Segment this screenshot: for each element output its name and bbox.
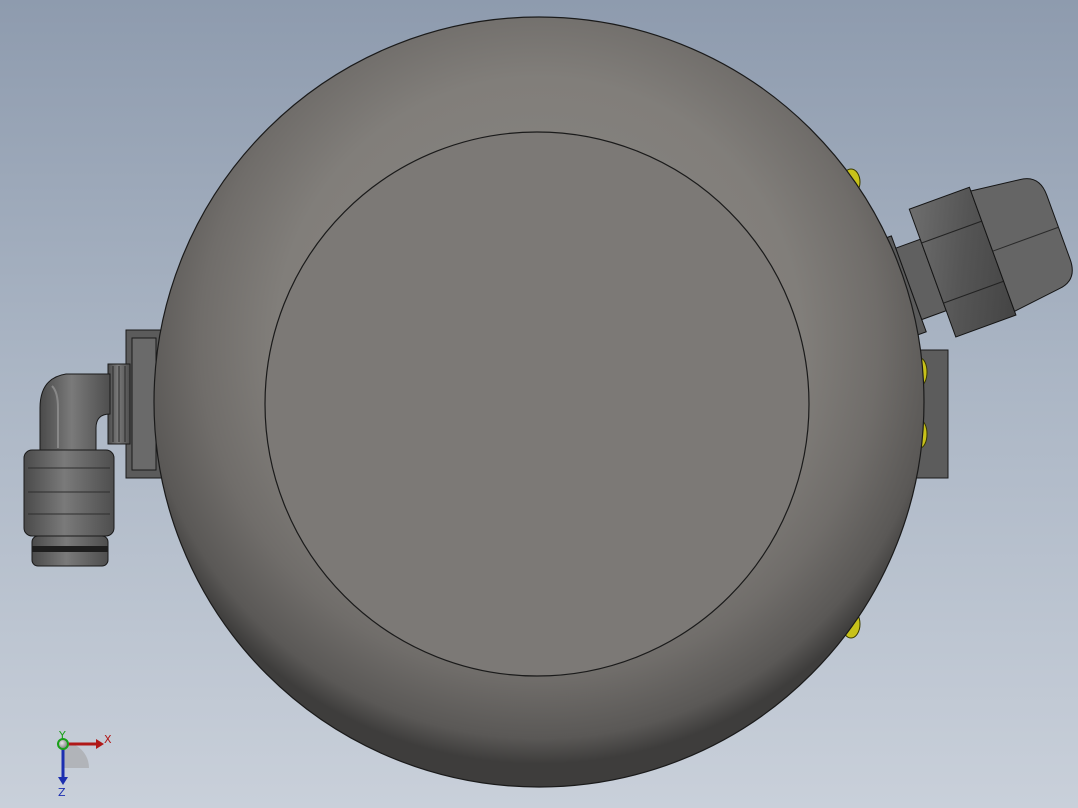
fitting-collet-body — [23, 449, 115, 537]
triad-x-label: X — [104, 733, 112, 746]
fitting-elbow — [39, 373, 111, 453]
main-housing[interactable] — [153, 16, 925, 788]
reference-triad[interactable]: X Y Z — [57, 729, 112, 799]
graphics-viewport[interactable]: X Y Z — [0, 0, 1078, 808]
triad-y-label: Y — [58, 729, 66, 742]
housing-face — [264, 131, 810, 677]
elbow-fitting[interactable] — [23, 363, 131, 567]
triad-z-label: Z — [58, 786, 66, 799]
cad-model-view[interactable]: X Y Z — [0, 0, 1078, 808]
